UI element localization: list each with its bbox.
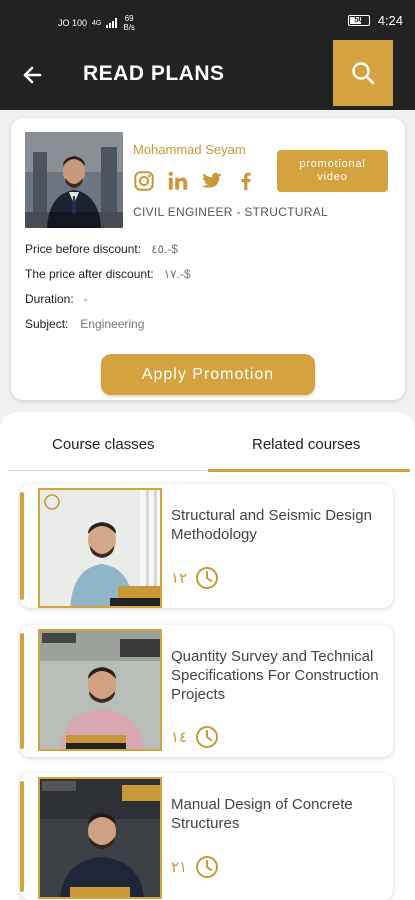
clock-icon — [196, 856, 219, 878]
course-info-card: Mohammad Seyam promotional video CIVIL E… — [11, 118, 405, 400]
subject-label: Subject: — [25, 317, 69, 331]
clock-time: 4:24 — [377, 13, 403, 28]
network-speed: 69 B/s — [123, 14, 135, 32]
active-tab-indicator — [208, 469, 410, 472]
battery-level: 50 — [354, 15, 364, 24]
course-title: Quantity Survey and Technical Specificat… — [171, 648, 379, 703]
tab-related-courses[interactable]: Related courses — [252, 436, 360, 453]
course-thumbnail — [38, 488, 162, 608]
app-bar: READ PLANS — [0, 40, 415, 110]
instagram-icon[interactable] — [133, 170, 155, 192]
linkedin-icon[interactable] — [167, 170, 189, 192]
signal-icon — [106, 18, 118, 28]
course-lessons: ٢١ — [171, 855, 219, 879]
course-title: Manual Design of Concrete Structures — [171, 796, 353, 832]
page-title: READ PLANS — [83, 62, 225, 85]
card-accent — [20, 492, 24, 600]
speed-value: 69 — [124, 14, 134, 23]
back-button[interactable] — [18, 60, 48, 90]
card-accent — [20, 781, 24, 892]
subject-value: Engineering — [80, 317, 145, 331]
course-thumbnail — [38, 629, 162, 751]
price-before-row: Price before discount: ٤٥.-$ — [25, 242, 178, 256]
card-accent — [20, 633, 24, 749]
lesson-count: ١٤ — [171, 729, 188, 746]
subject-row: Subject: Engineering — [25, 317, 144, 331]
apply-promotion-button[interactable]: Apply Promotion — [101, 354, 315, 395]
arrow-left-icon — [23, 66, 42, 84]
instructor-photo — [25, 132, 123, 228]
tab-course-classes[interactable]: Course classes — [52, 436, 155, 453]
course-card[interactable]: Manual Design of Concrete Structures ٢١ — [20, 773, 393, 900]
lesson-count: ١٢ — [171, 570, 188, 587]
price-before-value: ٤٥.-$ — [151, 242, 178, 256]
price-before-label: Price before discount: — [25, 242, 142, 256]
promotional-video-button[interactable]: promotional video — [277, 150, 388, 192]
social-links — [133, 170, 257, 192]
clock-icon — [196, 726, 219, 748]
price-after-row: The price after discount: ١٧.-$ — [25, 267, 191, 281]
battery-icon: 50 — [347, 15, 370, 26]
search-button[interactable] — [333, 40, 393, 106]
courses-panel: Course classes Related courses Structura… — [0, 412, 415, 900]
status-left: JO 100 4G 69 B/s — [58, 14, 135, 32]
network-type: 4G — [92, 19, 102, 27]
duration-row: Duration: - — [25, 292, 88, 306]
speed-unit: B/s — [123, 23, 135, 32]
facebook-icon[interactable] — [235, 170, 257, 192]
carrier-label: JO 100 — [58, 18, 88, 28]
course-card[interactable]: Structural and Seismic Design Methodolog… — [20, 484, 393, 608]
course-card[interactable]: Quantity Survey and Technical Specificat… — [20, 625, 393, 757]
instructor-name: Mohammad Seyam — [133, 142, 246, 157]
twitter-icon[interactable] — [201, 170, 223, 192]
course-lessons: ١٢ — [171, 566, 219, 590]
lesson-count: ٢١ — [171, 859, 188, 876]
duration-label: Duration: — [25, 292, 74, 306]
course-title: Structural and Seismic Design Methodolog… — [171, 507, 372, 543]
course-thumbnail — [38, 777, 162, 899]
clock-icon — [196, 567, 219, 589]
duration-value: - — [83, 292, 88, 306]
instructor-title: CIVIL ENGINEER - STRUCTURAL — [133, 205, 329, 219]
search-icon — [352, 62, 375, 85]
course-lessons: ١٤ — [171, 725, 219, 749]
price-after-label: The price after discount: — [25, 267, 154, 281]
price-after-value: ١٧.-$ — [163, 267, 191, 281]
status-right: 50 4:24 — [347, 13, 403, 28]
status-bar: JO 100 4G 69 B/s 50 4:24 — [0, 0, 415, 40]
